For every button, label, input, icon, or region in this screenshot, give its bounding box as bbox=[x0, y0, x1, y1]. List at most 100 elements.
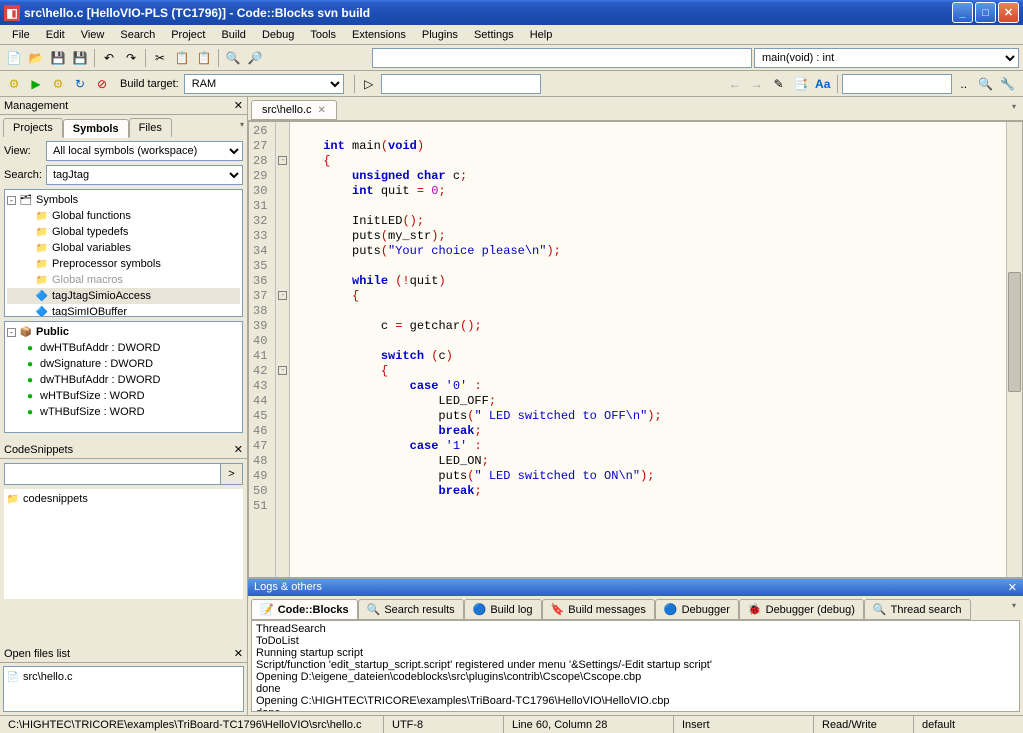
save-icon[interactable]: 💾 bbox=[48, 48, 68, 68]
jump-input[interactable] bbox=[372, 48, 752, 68]
symbol-dropdown[interactable]: main(void) : int bbox=[754, 48, 1019, 68]
tree-root-symbols[interactable]: -🗂Symbols bbox=[7, 192, 240, 208]
status-rw: Read/Write bbox=[813, 716, 913, 733]
tree-item[interactable]: 📁Global variables bbox=[7, 240, 240, 256]
snippet-go-button[interactable]: > bbox=[220, 464, 242, 484]
menu-project[interactable]: Project bbox=[163, 27, 213, 43]
symbols-tree[interactable]: -🗂Symbols📁Global functions📁Global typede… bbox=[4, 189, 243, 317]
statusbar: C:\HIGHTEC\TRICORE\examples\TriBoard-TC1… bbox=[0, 715, 1023, 733]
editor-tabs: src\hello.c ✕ ▾ bbox=[248, 97, 1023, 121]
editor-scrollbar[interactable] bbox=[1006, 122, 1022, 577]
run-icon[interactable]: ▶ bbox=[26, 74, 46, 94]
open-icon[interactable]: 📂 bbox=[26, 48, 46, 68]
view-dropdown[interactable]: All local symbols (workspace) bbox=[46, 141, 243, 161]
menu-extensions[interactable]: Extensions bbox=[344, 27, 414, 43]
build-run-icon[interactable]: ⚙ bbox=[48, 74, 68, 94]
menu-build[interactable]: Build bbox=[213, 27, 253, 43]
new-file-icon[interactable]: 📄 bbox=[4, 48, 24, 68]
menu-settings[interactable]: Settings bbox=[466, 27, 522, 43]
tree-item[interactable]: 📁Preprocessor symbols bbox=[7, 256, 240, 272]
redo-icon[interactable]: ↷ bbox=[121, 48, 141, 68]
openfiles-list[interactable]: 📄src\hello.c bbox=[3, 666, 244, 712]
menubar: FileEditViewSearchProjectBuildDebugTools… bbox=[0, 25, 1023, 45]
debug-continue-icon[interactable]: ▷ bbox=[359, 74, 379, 94]
snippets-tree[interactable]: 📁codesnippets bbox=[4, 489, 243, 599]
snippets-close-icon[interactable]: ✕ bbox=[234, 443, 243, 456]
log-tab-debugger-debug-[interactable]: 🐞Debugger (debug) bbox=[739, 599, 864, 620]
panel-close-icon[interactable]: ✕ bbox=[234, 99, 243, 112]
log-tab-search-results[interactable]: 🔍Search results bbox=[358, 599, 464, 620]
status-path: C:\HIGHTEC\TRICORE\examples\TriBoard-TC1… bbox=[0, 716, 383, 733]
logs-title: Logs & others bbox=[254, 581, 322, 594]
cut-icon[interactable]: ✂ bbox=[150, 48, 170, 68]
editor-tab-hello-c[interactable]: src\hello.c ✕ bbox=[251, 100, 337, 120]
menu-edit[interactable]: Edit bbox=[38, 27, 73, 43]
menu-plugins[interactable]: Plugins bbox=[414, 27, 466, 43]
search-input-2[interactable] bbox=[842, 74, 952, 94]
tree-item[interactable]: ●wTHBufSize : WORD bbox=[7, 404, 240, 420]
tree-item[interactable]: ●dwHTBufAddr : DWORD bbox=[7, 340, 240, 356]
menu-help[interactable]: Help bbox=[522, 27, 561, 43]
public-tree[interactable]: -📦Public●dwHTBufAddr : DWORD●dwSignature… bbox=[4, 321, 243, 433]
tab-symbols[interactable]: Symbols bbox=[63, 119, 129, 138]
management-header: Management ✕ bbox=[0, 97, 247, 115]
search-dropdown[interactable]: tagJtag bbox=[46, 165, 243, 185]
logs-close-icon[interactable]: ✕ bbox=[1008, 581, 1017, 594]
replace-icon[interactable]: 🔎 bbox=[245, 48, 265, 68]
minimize-button[interactable]: _ bbox=[952, 2, 973, 23]
select-icon[interactable]: 📑 bbox=[791, 74, 811, 94]
menu-debug[interactable]: Debug bbox=[254, 27, 302, 43]
undo-icon[interactable]: ↶ bbox=[99, 48, 119, 68]
menu-view[interactable]: View bbox=[73, 27, 113, 43]
close-button[interactable]: ✕ bbox=[998, 2, 1019, 23]
log-tab-build-messages[interactable]: 🔖Build messages bbox=[542, 599, 655, 620]
tab-close-icon[interactable]: ✕ bbox=[318, 105, 326, 116]
find-person-icon[interactable]: 🔍 bbox=[976, 74, 996, 94]
rebuild-icon[interactable]: ↻ bbox=[70, 74, 90, 94]
paste-icon[interactable]: 📋 bbox=[194, 48, 214, 68]
snippets-header: CodeSnippets ✕ bbox=[0, 441, 247, 459]
tab-overflow-icon[interactable]: ▾ bbox=[240, 120, 244, 129]
find-icon[interactable]: 🔍 bbox=[223, 48, 243, 68]
menu-file[interactable]: File bbox=[4, 27, 38, 43]
highlight-icon[interactable]: ✎ bbox=[769, 74, 789, 94]
tree-item[interactable]: ●dwSignature : DWORD bbox=[7, 356, 240, 372]
menu-search[interactable]: Search bbox=[112, 27, 163, 43]
copy-icon[interactable]: 📋 bbox=[172, 48, 192, 68]
tree-item[interactable]: 🔷tagJtagSimioAccess bbox=[7, 288, 240, 304]
openfiles-close-icon[interactable]: ✕ bbox=[234, 647, 243, 660]
tree-item[interactable]: 🔷tagSimIOBuffer bbox=[7, 304, 240, 317]
tree-item[interactable]: 📁Global macros bbox=[7, 272, 240, 288]
abort-icon[interactable]: ⊘ bbox=[92, 74, 112, 94]
options-icon[interactable]: 🔧 bbox=[998, 74, 1018, 94]
tree-item[interactable]: ●wHTBufSize : WORD bbox=[7, 388, 240, 404]
menu-tools[interactable]: Tools bbox=[302, 27, 344, 43]
build-icon[interactable]: ⚙ bbox=[4, 74, 24, 94]
debug-input[interactable] bbox=[381, 74, 541, 94]
tab-projects[interactable]: Projects bbox=[3, 118, 63, 137]
snippet-search-input[interactable] bbox=[5, 464, 220, 484]
maximize-button[interactable]: □ bbox=[975, 2, 996, 23]
log-tab-build-log[interactable]: 🔵Build log bbox=[464, 599, 542, 620]
log-tab-code-blocks[interactable]: 📝Code::Blocks bbox=[251, 599, 358, 620]
save-all-icon[interactable]: 💾 bbox=[70, 48, 90, 68]
toolbar-1: 📄 📂 💾 💾 ↶ ↷ ✂ 📋 📋 🔍 🔎 main(void) : int bbox=[0, 45, 1023, 71]
tree-item[interactable]: 📁Global typedefs bbox=[7, 224, 240, 240]
tree-root-public[interactable]: -📦Public bbox=[7, 324, 240, 340]
management-tabs: Projects Symbols Files ▾ bbox=[0, 115, 247, 137]
tab-files[interactable]: Files bbox=[129, 118, 172, 137]
log-tab-thread-search[interactable]: 🔍Thread search bbox=[864, 599, 971, 620]
openfiles-header: Open files list ✕ bbox=[0, 645, 247, 663]
search-go-icon[interactable]: .. bbox=[954, 74, 974, 94]
log-tab-overflow-icon[interactable]: ▾ bbox=[971, 599, 1020, 620]
tree-item[interactable]: 📁Global functions bbox=[7, 208, 240, 224]
code-editor[interactable]: 2627282930313233343536373839404142434445… bbox=[248, 121, 1023, 578]
log-output[interactable]: ThreadSearchToDoListRunning startup scri… bbox=[251, 620, 1020, 712]
nav-forward-icon[interactable]: → bbox=[747, 74, 767, 94]
nav-back-icon[interactable]: ← bbox=[725, 74, 745, 94]
build-target-dropdown[interactable]: RAM bbox=[184, 74, 344, 94]
editor-tab-overflow-icon[interactable]: ▾ bbox=[1012, 102, 1016, 111]
log-tab-debugger[interactable]: 🔵Debugger bbox=[655, 599, 739, 620]
match-case-icon[interactable]: Aa bbox=[813, 74, 833, 94]
tree-item[interactable]: ●dwTHBufAddr : DWORD bbox=[7, 372, 240, 388]
